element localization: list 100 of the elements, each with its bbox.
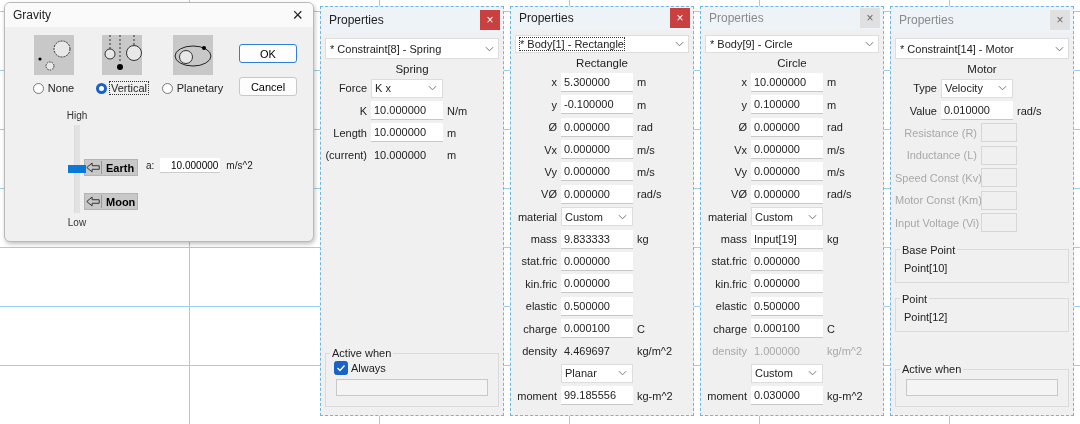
unit-label: rad — [827, 121, 843, 134]
input-field[interactable]: 10.000000 — [751, 72, 823, 92]
input-field[interactable]: 0.000000 — [751, 162, 823, 182]
unit-label: rad/s — [1017, 104, 1042, 117]
input-field[interactable]: 0.500000 — [751, 296, 823, 316]
input-field[interactable]: 0.000000 — [751, 140, 823, 159]
unit-label: m — [447, 126, 457, 139]
input-field[interactable]: 0.000000 — [561, 274, 633, 294]
dialog-button[interactable]: Cancel — [239, 77, 297, 96]
field-label: Motor Const (Km) — [895, 194, 981, 207]
value-text: Point[12] — [904, 309, 949, 325]
left-arrow-icon — [85, 195, 102, 208]
input-field[interactable]: 10.000000 — [371, 101, 443, 121]
input-field[interactable]: 0.010000 — [941, 101, 1013, 121]
input-field[interactable]: 0.100000 — [751, 95, 823, 115]
unit-label: kg — [637, 233, 649, 246]
object-dropdown[interactable]: * Body[1] - Rectangle — [515, 34, 689, 54]
input-field[interactable]: 0.000000 — [561, 251, 633, 271]
chevron-icon — [808, 213, 817, 220]
checkbox-label[interactable]: Always — [351, 362, 386, 374]
input-field[interactable]: 0.500000 — [561, 296, 633, 316]
field-label: Vx — [733, 143, 748, 156]
radio-button[interactable]: Planetary — [161, 82, 225, 94]
dropdown[interactable]: Planar — [561, 363, 633, 383]
left-arrow-icon — [85, 161, 102, 174]
unit-label: C — [637, 322, 645, 335]
acceleration-field[interactable]: 10.000000 — [160, 158, 221, 173]
value-text: 4.469697 — [563, 345, 611, 357]
scattered-balls-icon — [34, 35, 74, 75]
input-field[interactable]: 5.300000 — [561, 72, 633, 92]
input-field[interactable]: 0.000000 — [751, 117, 823, 137]
input-field[interactable]: 10.000000 — [371, 123, 443, 143]
field-label: Vy — [543, 165, 558, 178]
field-label: Speed Const (Kv) — [895, 171, 981, 184]
input-field[interactable]: -0.100000 — [561, 95, 633, 115]
slider-thumb[interactable] — [68, 165, 86, 173]
condition-field[interactable] — [906, 379, 1058, 396]
unit-label: rad/s — [637, 188, 662, 201]
panel-title: Properties — [709, 11, 764, 26]
value-text: Point[10] — [904, 260, 949, 276]
field-label: density — [521, 345, 558, 357]
field-label: Input Voltage (Vi) — [895, 216, 981, 229]
input-field[interactable]: 9.833333 — [561, 229, 633, 249]
input-field[interactable]: 0.000000 — [751, 274, 823, 294]
close-button[interactable]: × — [860, 8, 880, 29]
close-button[interactable]: × — [480, 10, 500, 30]
input-field[interactable]: 0.030000 — [751, 386, 823, 406]
input-field[interactable]: 99.185556 — [561, 386, 633, 406]
field-label: density — [711, 345, 748, 357]
field-label: mass — [719, 233, 748, 246]
field-label: Ø — [737, 121, 748, 134]
field-label: stat.fric — [710, 255, 748, 268]
condition-field[interactable] — [336, 379, 488, 396]
unit-label: rad — [637, 121, 653, 134]
unit-label: kg/m^2 — [637, 345, 673, 357]
field-label: elastic — [714, 300, 748, 313]
input-field[interactable]: 0.000000 — [561, 117, 633, 137]
object-dropdown[interactable]: * Body[9] - Circle — [705, 34, 879, 54]
unit-label: rad/s — [827, 188, 852, 201]
field-label: y — [550, 98, 558, 111]
dropdown[interactable]: Custom — [751, 207, 823, 227]
dropdown[interactable]: Velocity — [941, 78, 1013, 98]
slider-label: Low — [67, 217, 87, 228]
preset-button[interactable]: Earth — [84, 159, 138, 176]
input-field[interactable]: 0.000000 — [561, 140, 633, 159]
input-field[interactable]: 0.000000 — [751, 184, 823, 204]
object-dropdown[interactable]: * Constraint[8] - Spring — [325, 38, 499, 59]
unit-label: m/s — [637, 143, 655, 156]
object-dropdown[interactable]: * Constraint[14] - Motor — [895, 38, 1069, 59]
radio-button[interactable]: Vertical — [95, 82, 149, 94]
preset-button[interactable]: Moon — [84, 193, 138, 210]
unit-label: kg-m^2 — [827, 389, 863, 402]
group-title: Point — [901, 292, 929, 305]
slider-label: High — [66, 110, 88, 121]
input-field[interactable]: 0.000000 — [561, 184, 633, 204]
chevron-icon — [618, 370, 627, 377]
dropdown[interactable]: Custom — [561, 207, 633, 227]
input-field[interactable]: Input[19] — [751, 229, 823, 249]
dialog-button[interactable]: OK — [239, 44, 297, 63]
panel-title: Properties — [519, 11, 574, 26]
close-button[interactable]: × — [1050, 10, 1070, 30]
input-field[interactable]: 0.000100 — [561, 319, 633, 339]
close-button[interactable]: × — [670, 8, 690, 29]
input-field[interactable]: 0.000000 — [751, 251, 823, 271]
chevron-icon — [618, 213, 627, 220]
panel-title: Properties — [899, 13, 954, 27]
orbit-icon — [173, 35, 213, 75]
input-field[interactable]: 0.000100 — [751, 319, 823, 339]
input-field[interactable]: 0.000000 — [561, 162, 633, 182]
dropdown[interactable]: Custom — [751, 363, 823, 383]
field-label: kin.fric — [714, 277, 748, 290]
close-button[interactable]: × — [288, 6, 307, 24]
unit-label: m — [637, 76, 647, 89]
chevron-icon — [1055, 45, 1064, 52]
hanging-balls-icon — [102, 35, 142, 75]
dropdown[interactable]: K x — [371, 78, 443, 98]
radio-button[interactable]: None — [32, 82, 76, 94]
field-label: charge — [522, 322, 558, 335]
checkbox[interactable] — [334, 361, 348, 375]
field-label: stat.fric — [520, 255, 558, 268]
